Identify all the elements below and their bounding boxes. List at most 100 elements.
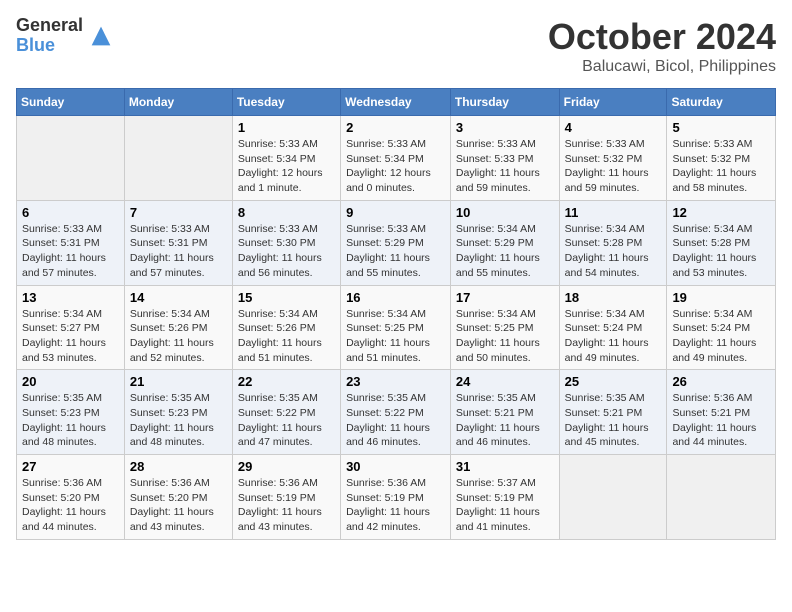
calendar-cell: 20Sunrise: 5:35 AM Sunset: 5:23 PM Dayli… <box>17 370 125 455</box>
calendar-cell: 17 Sunrise: 5:34 AM Sunset: 5:25 PM Dayli… <box>450 285 559 370</box>
logo: General Blue <box>16 16 115 56</box>
page-header: General Blue October 2024 Balucawi, Bico… <box>16 16 776 76</box>
weekday-header-wednesday: Wednesday <box>341 89 451 116</box>
calendar-week-4: 20Sunrise: 5:35 AM Sunset: 5:23 PM Dayli… <box>17 370 776 455</box>
calendar-cell: 13Sunrise: 5:34 AM Sunset: 5:27 PM Dayli… <box>17 285 125 370</box>
day-info: Sunrise: 5:35 AM Sunset: 5:22 PM Dayligh… <box>238 392 322 448</box>
calendar-cell: 31Sunrise: 5:37 AM Sunset: 5:19 PM Dayli… <box>450 455 559 540</box>
calendar-cell: 27Sunrise: 5:36 AM Sunset: 5:20 PM Dayli… <box>17 455 125 540</box>
day-info: Sunrise: 5:34 AM Sunset: 5:28 PM Dayligh… <box>565 223 649 279</box>
weekday-header-monday: Monday <box>124 89 232 116</box>
calendar-cell: 23Sunrise: 5:35 AM Sunset: 5:22 PM Dayli… <box>341 370 451 455</box>
day-number: 19 <box>672 290 770 305</box>
calendar-cell: 2 Sunrise: 5:33 AM Sunset: 5:34 PM Daylig… <box>341 116 451 201</box>
day-number: 25 <box>565 374 662 389</box>
day-info: Sunrise: 5:34 AM Sunset: 5:24 PM Dayligh… <box>672 308 756 364</box>
calendar-cell: 22 Sunrise: 5:35 AM Sunset: 5:22 PM Dayli… <box>232 370 340 455</box>
calendar-week-2: 6 Sunrise: 5:33 AM Sunset: 5:31 PM Daylig… <box>17 200 776 285</box>
day-info: Sunrise: 5:36 AM Sunset: 5:19 PM Dayligh… <box>346 477 430 533</box>
day-info: Sunrise: 5:35 AM Sunset: 5:21 PM Dayligh… <box>456 392 540 448</box>
calendar-cell: 29Sunrise: 5:36 AM Sunset: 5:19 PM Dayli… <box>232 455 340 540</box>
calendar-cell: 14 Sunrise: 5:34 AM Sunset: 5:26 PM Dayli… <box>124 285 232 370</box>
day-info: Sunrise: 5:34 AM Sunset: 5:25 PM Dayligh… <box>456 308 540 364</box>
day-info: Sunrise: 5:33 AM Sunset: 5:33 PM Dayligh… <box>456 138 540 194</box>
day-info: Sunrise: 5:36 AM Sunset: 5:20 PM Dayligh… <box>22 477 106 533</box>
day-number: 16 <box>346 290 445 305</box>
calendar-cell: 5Sunrise: 5:33 AM Sunset: 5:32 PM Daylig… <box>667 116 776 201</box>
calendar-cell: 30Sunrise: 5:36 AM Sunset: 5:19 PM Dayli… <box>341 455 451 540</box>
day-number: 9 <box>346 205 445 220</box>
day-info: Sunrise: 5:34 AM Sunset: 5:26 PM Dayligh… <box>238 308 322 364</box>
day-info: Sunrise: 5:33 AM Sunset: 5:30 PM Dayligh… <box>238 223 322 279</box>
day-info: Sunrise: 5:35 AM Sunset: 5:23 PM Dayligh… <box>130 392 214 448</box>
calendar-cell: 25 Sunrise: 5:35 AM Sunset: 5:21 PM Dayli… <box>559 370 667 455</box>
calendar-cell: 11 Sunrise: 5:34 AM Sunset: 5:28 PM Dayli… <box>559 200 667 285</box>
day-info: Sunrise: 5:35 AM Sunset: 5:23 PM Dayligh… <box>22 392 106 448</box>
day-info: Sunrise: 5:34 AM Sunset: 5:28 PM Dayligh… <box>672 223 756 279</box>
day-number: 24 <box>456 374 554 389</box>
calendar-cell: 9Sunrise: 5:33 AM Sunset: 5:29 PM Daylig… <box>341 200 451 285</box>
day-info: Sunrise: 5:36 AM Sunset: 5:20 PM Dayligh… <box>130 477 214 533</box>
day-number: 21 <box>130 374 227 389</box>
calendar-cell: 6 Sunrise: 5:33 AM Sunset: 5:31 PM Daylig… <box>17 200 125 285</box>
calendar-cell: 7Sunrise: 5:33 AM Sunset: 5:31 PM Daylig… <box>124 200 232 285</box>
day-number: 26 <box>672 374 770 389</box>
day-info: Sunrise: 5:37 AM Sunset: 5:19 PM Dayligh… <box>456 477 540 533</box>
calendar-cell: 10 Sunrise: 5:34 AM Sunset: 5:29 PM Dayli… <box>450 200 559 285</box>
day-number: 23 <box>346 374 445 389</box>
day-number: 10 <box>456 205 554 220</box>
day-number: 2 <box>346 120 445 135</box>
calendar-cell: 8 Sunrise: 5:33 AM Sunset: 5:30 PM Daylig… <box>232 200 340 285</box>
weekday-row: SundayMondayTuesdayWednesdayThursdayFrid… <box>17 89 776 116</box>
subtitle: Balucawi, Bicol, Philippines <box>548 58 776 76</box>
calendar-cell: 19 Sunrise: 5:34 AM Sunset: 5:24 PM Dayli… <box>667 285 776 370</box>
day-number: 15 <box>238 290 335 305</box>
day-number: 6 <box>22 205 119 220</box>
calendar-cell: 28 Sunrise: 5:36 AM Sunset: 5:20 PM Dayli… <box>124 455 232 540</box>
day-number: 8 <box>238 205 335 220</box>
weekday-header-sunday: Sunday <box>17 89 125 116</box>
calendar-cell: 24 Sunrise: 5:35 AM Sunset: 5:21 PM Dayli… <box>450 370 559 455</box>
day-info: Sunrise: 5:33 AM Sunset: 5:32 PM Dayligh… <box>565 138 649 194</box>
calendar-week-3: 13Sunrise: 5:34 AM Sunset: 5:27 PM Dayli… <box>17 285 776 370</box>
weekday-header-tuesday: Tuesday <box>232 89 340 116</box>
calendar-cell: 26 Sunrise: 5:36 AM Sunset: 5:21 PM Dayli… <box>667 370 776 455</box>
day-info: Sunrise: 5:34 AM Sunset: 5:25 PM Dayligh… <box>346 308 430 364</box>
day-number: 18 <box>565 290 662 305</box>
day-number: 14 <box>130 290 227 305</box>
weekday-header-thursday: Thursday <box>450 89 559 116</box>
day-number: 4 <box>565 120 662 135</box>
calendar-week-5: 27Sunrise: 5:36 AM Sunset: 5:20 PM Dayli… <box>17 455 776 540</box>
logo-icon <box>87 22 115 50</box>
day-number: 28 <box>130 459 227 474</box>
day-number: 12 <box>672 205 770 220</box>
day-number: 11 <box>565 205 662 220</box>
day-number: 22 <box>238 374 335 389</box>
calendar-table: SundayMondayTuesdayWednesdayThursdayFrid… <box>16 88 776 540</box>
calendar-header: SundayMondayTuesdayWednesdayThursdayFrid… <box>17 89 776 116</box>
logo-blue: Blue <box>16 36 83 56</box>
calendar-cell: 21 Sunrise: 5:35 AM Sunset: 5:23 PM Dayli… <box>124 370 232 455</box>
calendar-cell <box>17 116 125 201</box>
calendar-cell: 12 Sunrise: 5:34 AM Sunset: 5:28 PM Dayli… <box>667 200 776 285</box>
weekday-header-friday: Friday <box>559 89 667 116</box>
day-info: Sunrise: 5:33 AM Sunset: 5:34 PM Dayligh… <box>346 138 431 194</box>
day-info: Sunrise: 5:34 AM Sunset: 5:29 PM Dayligh… <box>456 223 540 279</box>
calendar-body: 1 Sunrise: 5:33 AM Sunset: 5:34 PM Daylig… <box>17 116 776 540</box>
calendar-cell: 4 Sunrise: 5:33 AM Sunset: 5:32 PM Daylig… <box>559 116 667 201</box>
day-number: 3 <box>456 120 554 135</box>
calendar-cell: 3 Sunrise: 5:33 AM Sunset: 5:33 PM Daylig… <box>450 116 559 201</box>
day-number: 17 <box>456 290 554 305</box>
day-info: Sunrise: 5:35 AM Sunset: 5:21 PM Dayligh… <box>565 392 649 448</box>
day-info: Sunrise: 5:33 AM Sunset: 5:31 PM Dayligh… <box>22 223 106 279</box>
day-number: 7 <box>130 205 227 220</box>
main-title: October 2024 <box>548 16 776 58</box>
day-info: Sunrise: 5:34 AM Sunset: 5:24 PM Dayligh… <box>565 308 649 364</box>
calendar-cell: 1Sunrise: 5:33 AM Sunset: 5:34 PM Daylig… <box>232 116 340 201</box>
calendar-week-1: 1 Sunrise: 5:33 AM Sunset: 5:34 PM Daylig… <box>17 116 776 201</box>
day-number: 13 <box>22 290 119 305</box>
calendar-cell: 18 Sunrise: 5:34 AM Sunset: 5:24 PM Dayli… <box>559 285 667 370</box>
day-info: Sunrise: 5:36 AM Sunset: 5:21 PM Dayligh… <box>672 392 756 448</box>
day-info: Sunrise: 5:34 AM Sunset: 5:26 PM Dayligh… <box>130 308 214 364</box>
day-number: 1 <box>238 120 335 135</box>
